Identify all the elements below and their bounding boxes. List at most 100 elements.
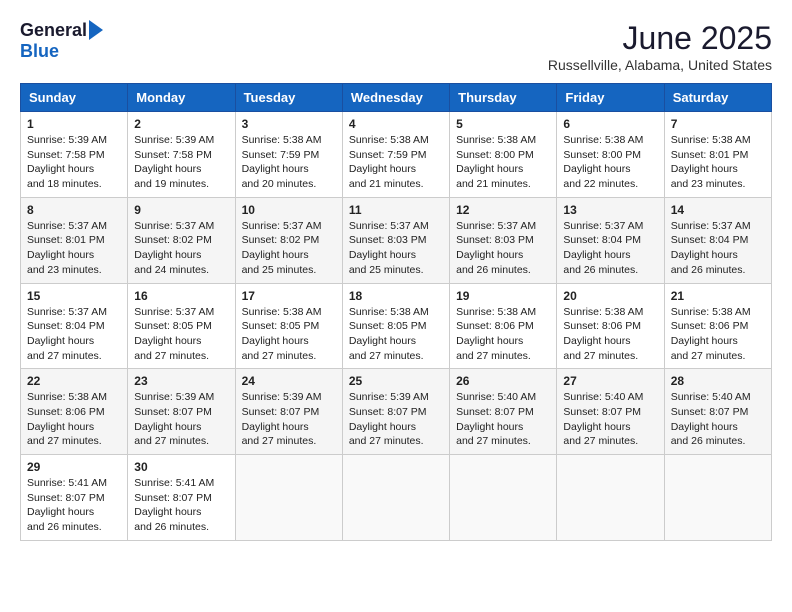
day-number: 21	[671, 289, 765, 303]
empty-cell	[664, 455, 771, 541]
day-cell-30: 30 Sunrise: 5:41 AM Sunset: 8:07 PM Dayl…	[128, 455, 235, 541]
day-info: Sunrise: 5:40 AM Sunset: 8:07 PM Dayligh…	[563, 390, 657, 449]
day-info: Sunrise: 5:37 AM Sunset: 8:02 PM Dayligh…	[242, 219, 336, 278]
day-cell-22: 22 Sunrise: 5:38 AM Sunset: 8:06 PM Dayl…	[21, 369, 128, 455]
logo-arrow-icon	[89, 20, 103, 40]
day-info: Sunrise: 5:38 AM Sunset: 7:59 PM Dayligh…	[349, 133, 443, 192]
day-number: 27	[563, 374, 657, 388]
day-info: Sunrise: 5:39 AM Sunset: 8:07 PM Dayligh…	[242, 390, 336, 449]
logo: General Blue	[20, 20, 103, 62]
day-number: 11	[349, 203, 443, 217]
day-info: Sunrise: 5:37 AM Sunset: 8:04 PM Dayligh…	[671, 219, 765, 278]
day-cell-7: 7 Sunrise: 5:38 AM Sunset: 8:01 PM Dayli…	[664, 112, 771, 198]
day-cell-6: 6 Sunrise: 5:38 AM Sunset: 8:00 PM Dayli…	[557, 112, 664, 198]
day-info: Sunrise: 5:40 AM Sunset: 8:07 PM Dayligh…	[671, 390, 765, 449]
day-cell-29: 29 Sunrise: 5:41 AM Sunset: 8:07 PM Dayl…	[21, 455, 128, 541]
empty-cell	[235, 455, 342, 541]
day-number: 22	[27, 374, 121, 388]
day-number: 24	[242, 374, 336, 388]
day-number: 18	[349, 289, 443, 303]
day-cell-8: 8 Sunrise: 5:37 AM Sunset: 8:01 PM Dayli…	[21, 197, 128, 283]
day-info: Sunrise: 5:41 AM Sunset: 8:07 PM Dayligh…	[27, 476, 121, 535]
day-cell-11: 11 Sunrise: 5:37 AM Sunset: 8:03 PM Dayl…	[342, 197, 449, 283]
day-info: Sunrise: 5:38 AM Sunset: 8:00 PM Dayligh…	[456, 133, 550, 192]
day-cell-9: 9 Sunrise: 5:37 AM Sunset: 8:02 PM Dayli…	[128, 197, 235, 283]
day-number: 25	[349, 374, 443, 388]
calendar-row-4: 22 Sunrise: 5:38 AM Sunset: 8:06 PM Dayl…	[21, 369, 772, 455]
day-info: Sunrise: 5:38 AM Sunset: 7:59 PM Dayligh…	[242, 133, 336, 192]
day-number: 23	[134, 374, 228, 388]
day-info: Sunrise: 5:39 AM Sunset: 7:58 PM Dayligh…	[27, 133, 121, 192]
day-number: 3	[242, 117, 336, 131]
day-cell-18: 18 Sunrise: 5:38 AM Sunset: 8:05 PM Dayl…	[342, 283, 449, 369]
day-info: Sunrise: 5:37 AM Sunset: 8:03 PM Dayligh…	[349, 219, 443, 278]
calendar-row-5: 29 Sunrise: 5:41 AM Sunset: 8:07 PM Dayl…	[21, 455, 772, 541]
day-info: Sunrise: 5:37 AM Sunset: 8:01 PM Dayligh…	[27, 219, 121, 278]
day-number: 4	[349, 117, 443, 131]
calendar-row-1: 1 Sunrise: 5:39 AM Sunset: 7:58 PM Dayli…	[21, 112, 772, 198]
day-cell-5: 5 Sunrise: 5:38 AM Sunset: 8:00 PM Dayli…	[450, 112, 557, 198]
header-saturday: Saturday	[664, 84, 771, 112]
day-info: Sunrise: 5:37 AM Sunset: 8:05 PM Dayligh…	[134, 305, 228, 364]
calendar-row-3: 15 Sunrise: 5:37 AM Sunset: 8:04 PM Dayl…	[21, 283, 772, 369]
empty-cell	[450, 455, 557, 541]
day-info: Sunrise: 5:37 AM Sunset: 8:04 PM Dayligh…	[563, 219, 657, 278]
day-info: Sunrise: 5:38 AM Sunset: 8:01 PM Dayligh…	[671, 133, 765, 192]
day-number: 6	[563, 117, 657, 131]
day-cell-25: 25 Sunrise: 5:39 AM Sunset: 8:07 PM Dayl…	[342, 369, 449, 455]
logo-blue-text: Blue	[20, 41, 59, 62]
day-info: Sunrise: 5:38 AM Sunset: 8:05 PM Dayligh…	[349, 305, 443, 364]
logo-general-text: General	[20, 20, 87, 41]
day-info: Sunrise: 5:37 AM Sunset: 8:03 PM Dayligh…	[456, 219, 550, 278]
weekday-header-row: Sunday Monday Tuesday Wednesday Thursday…	[21, 84, 772, 112]
day-number: 14	[671, 203, 765, 217]
calendar-row-2: 8 Sunrise: 5:37 AM Sunset: 8:01 PM Dayli…	[21, 197, 772, 283]
day-info: Sunrise: 5:38 AM Sunset: 8:06 PM Dayligh…	[563, 305, 657, 364]
day-info: Sunrise: 5:38 AM Sunset: 8:06 PM Dayligh…	[27, 390, 121, 449]
day-number: 20	[563, 289, 657, 303]
day-cell-23: 23 Sunrise: 5:39 AM Sunset: 8:07 PM Dayl…	[128, 369, 235, 455]
day-number: 16	[134, 289, 228, 303]
day-info: Sunrise: 5:37 AM Sunset: 8:02 PM Dayligh…	[134, 219, 228, 278]
day-cell-2: 2 Sunrise: 5:39 AM Sunset: 7:58 PM Dayli…	[128, 112, 235, 198]
month-title: June 2025	[548, 20, 772, 57]
header-friday: Friday	[557, 84, 664, 112]
day-cell-3: 3 Sunrise: 5:38 AM Sunset: 7:59 PM Dayli…	[235, 112, 342, 198]
day-number: 15	[27, 289, 121, 303]
day-info: Sunrise: 5:38 AM Sunset: 8:06 PM Dayligh…	[456, 305, 550, 364]
day-number: 5	[456, 117, 550, 131]
empty-cell	[557, 455, 664, 541]
header-sunday: Sunday	[21, 84, 128, 112]
header-monday: Monday	[128, 84, 235, 112]
day-number: 19	[456, 289, 550, 303]
header-wednesday: Wednesday	[342, 84, 449, 112]
day-number: 2	[134, 117, 228, 131]
day-cell-27: 27 Sunrise: 5:40 AM Sunset: 8:07 PM Dayl…	[557, 369, 664, 455]
day-number: 30	[134, 460, 228, 474]
day-number: 17	[242, 289, 336, 303]
day-number: 10	[242, 203, 336, 217]
day-cell-24: 24 Sunrise: 5:39 AM Sunset: 8:07 PM Dayl…	[235, 369, 342, 455]
day-info: Sunrise: 5:41 AM Sunset: 8:07 PM Dayligh…	[134, 476, 228, 535]
day-cell-12: 12 Sunrise: 5:37 AM Sunset: 8:03 PM Dayl…	[450, 197, 557, 283]
day-number: 13	[563, 203, 657, 217]
day-cell-4: 4 Sunrise: 5:38 AM Sunset: 7:59 PM Dayli…	[342, 112, 449, 198]
day-cell-10: 10 Sunrise: 5:37 AM Sunset: 8:02 PM Dayl…	[235, 197, 342, 283]
day-number: 26	[456, 374, 550, 388]
day-number: 12	[456, 203, 550, 217]
day-number: 7	[671, 117, 765, 131]
day-cell-16: 16 Sunrise: 5:37 AM Sunset: 8:05 PM Dayl…	[128, 283, 235, 369]
day-cell-20: 20 Sunrise: 5:38 AM Sunset: 8:06 PM Dayl…	[557, 283, 664, 369]
day-cell-21: 21 Sunrise: 5:38 AM Sunset: 8:06 PM Dayl…	[664, 283, 771, 369]
day-info: Sunrise: 5:39 AM Sunset: 8:07 PM Dayligh…	[349, 390, 443, 449]
day-number: 1	[27, 117, 121, 131]
day-number: 9	[134, 203, 228, 217]
day-info: Sunrise: 5:39 AM Sunset: 8:07 PM Dayligh…	[134, 390, 228, 449]
day-info: Sunrise: 5:37 AM Sunset: 8:04 PM Dayligh…	[27, 305, 121, 364]
day-cell-28: 28 Sunrise: 5:40 AM Sunset: 8:07 PM Dayl…	[664, 369, 771, 455]
day-info: Sunrise: 5:38 AM Sunset: 8:05 PM Dayligh…	[242, 305, 336, 364]
page-header: General Blue June 2025 Russellville, Ala…	[20, 20, 772, 73]
day-number: 28	[671, 374, 765, 388]
day-info: Sunrise: 5:40 AM Sunset: 8:07 PM Dayligh…	[456, 390, 550, 449]
day-cell-1: 1 Sunrise: 5:39 AM Sunset: 7:58 PM Dayli…	[21, 112, 128, 198]
